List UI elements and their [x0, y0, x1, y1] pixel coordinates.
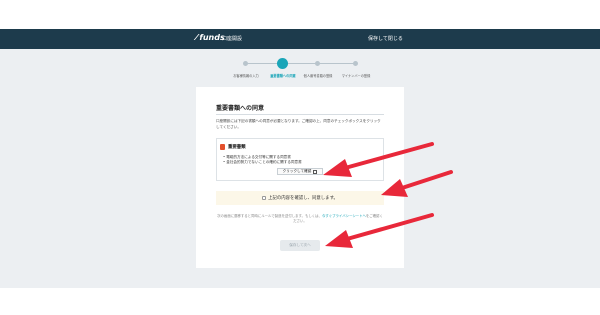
red-arrow-1 — [323, 142, 434, 177]
red-arrow-2 — [381, 170, 453, 197]
red-arrow-3 — [325, 213, 434, 248]
screenshot-frame: ⁄ funds 口座開設 保存して閉じる お客様情報の入力 重要書類への同意 個… — [0, 0, 600, 315]
annotation-arrows — [323, 142, 453, 248]
